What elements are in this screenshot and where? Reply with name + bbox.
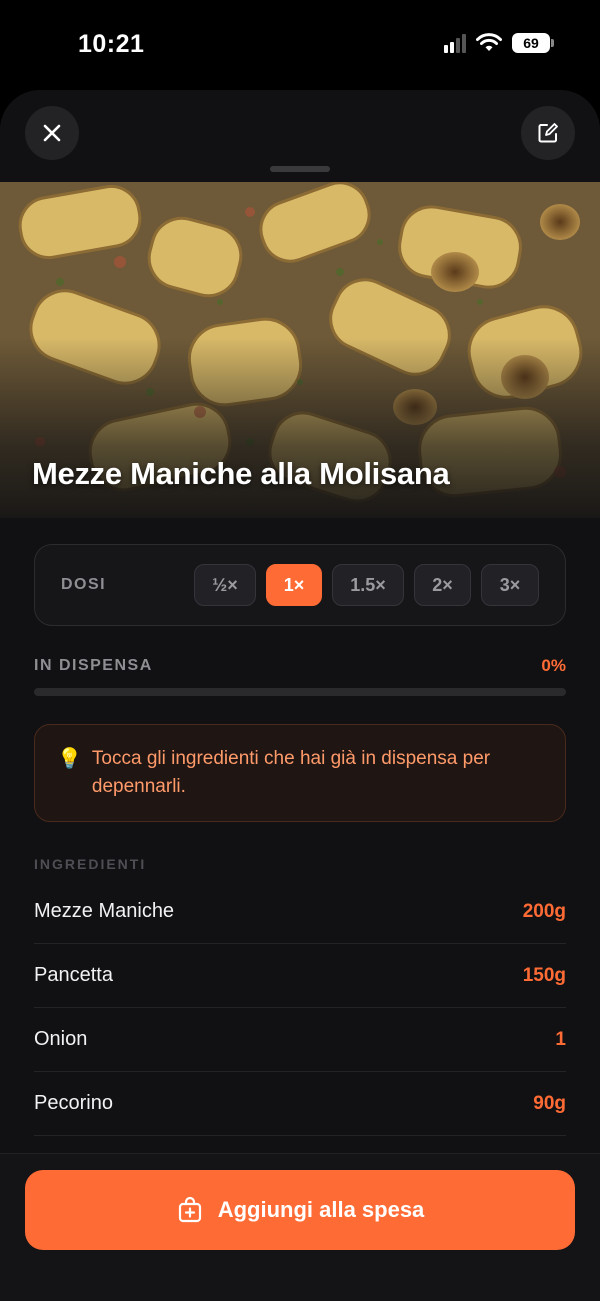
wifi-icon <box>476 33 502 51</box>
recipe-hero-image: Mezze Maniche alla Molisana <box>0 182 600 518</box>
ingredient-row[interactable]: Pecorino 90g <box>34 1072 566 1136</box>
bottom-action-bar: Aggiungi alla spesa <box>0 1153 600 1301</box>
ingredient-name: Pancetta <box>34 964 113 986</box>
add-to-shopping-list-button[interactable]: Aggiungi alla spesa <box>25 1170 575 1250</box>
pantry-tip: 💡 Tocca gli ingredienti che hai già in d… <box>34 724 566 822</box>
pantry-progress-bar <box>34 688 566 696</box>
servings-option-half[interactable]: ½× <box>194 564 256 606</box>
add-to-shopping-list-label: Aggiungi alla spesa <box>217 1197 425 1222</box>
ingredient-row[interactable]: Onion 1 <box>34 1008 566 1072</box>
ingredients-heading: INGREDIENTI <box>34 856 147 872</box>
edit-button[interactable] <box>521 106 575 160</box>
ingredient-row[interactable]: Pancetta 150g <box>34 944 566 1008</box>
ingredient-quantity: 90g <box>533 1092 566 1114</box>
servings-option-1x[interactable]: 1× <box>266 564 322 606</box>
status-time: 10:21 <box>78 30 145 58</box>
tip-text: Tocca gli ingredienti che hai già in dis… <box>91 748 491 797</box>
edit-icon <box>538 123 558 143</box>
servings-option-2x[interactable]: 2× <box>414 564 471 606</box>
servings-selector: DOSI ½× 1× 1.5× 2× 3× <box>34 544 566 626</box>
servings-option-3x[interactable]: 3× <box>481 564 539 606</box>
pantry-progress-header: IN DISPENSA 0% <box>34 656 566 676</box>
servings-label: DOSI <box>61 576 107 593</box>
ingredient-name: Onion <box>34 1028 88 1050</box>
ingredients-list: Mezze Maniche 200g Pancetta 150g Onion 1… <box>34 880 566 1136</box>
sheet-header <box>0 90 600 182</box>
ingredient-quantity: 1 <box>555 1028 566 1050</box>
pantry-percent: 0% <box>541 656 566 675</box>
recipe-sheet: Mezze Maniche alla Molisana DOSI ½× 1× 1… <box>0 90 600 1301</box>
lightbulb-icon: 💡 <box>57 748 82 770</box>
ingredient-quantity: 200g <box>522 900 566 922</box>
recipe-title: Mezze Maniche alla Molisana <box>32 456 450 491</box>
pantry-label: IN DISPENSA <box>34 657 153 674</box>
ingredient-row[interactable]: Mezze Maniche 200g <box>34 880 566 944</box>
status-icons: 69 <box>444 33 554 53</box>
sheet-grabber[interactable] <box>270 166 330 172</box>
status-bar: 10:21 69 <box>0 0 600 90</box>
recipe-content: DOSI ½× 1× 1.5× 2× 3× IN DISPENSA 0% 💡 T… <box>0 544 600 1136</box>
battery-icon: 69 <box>512 33 554 53</box>
servings-option-1-5x[interactable]: 1.5× <box>332 564 404 606</box>
close-button[interactable] <box>25 106 79 160</box>
ingredient-quantity: 150g <box>522 964 566 986</box>
servings-options: ½× 1× 1.5× 2× 3× <box>194 564 539 606</box>
ingredient-name: Mezze Maniche <box>34 900 175 922</box>
cellular-signal-icon <box>444 33 466 53</box>
shopping-bag-plus-icon <box>178 1196 201 1223</box>
ingredient-name: Pecorino <box>34 1092 113 1114</box>
close-icon <box>43 124 61 142</box>
